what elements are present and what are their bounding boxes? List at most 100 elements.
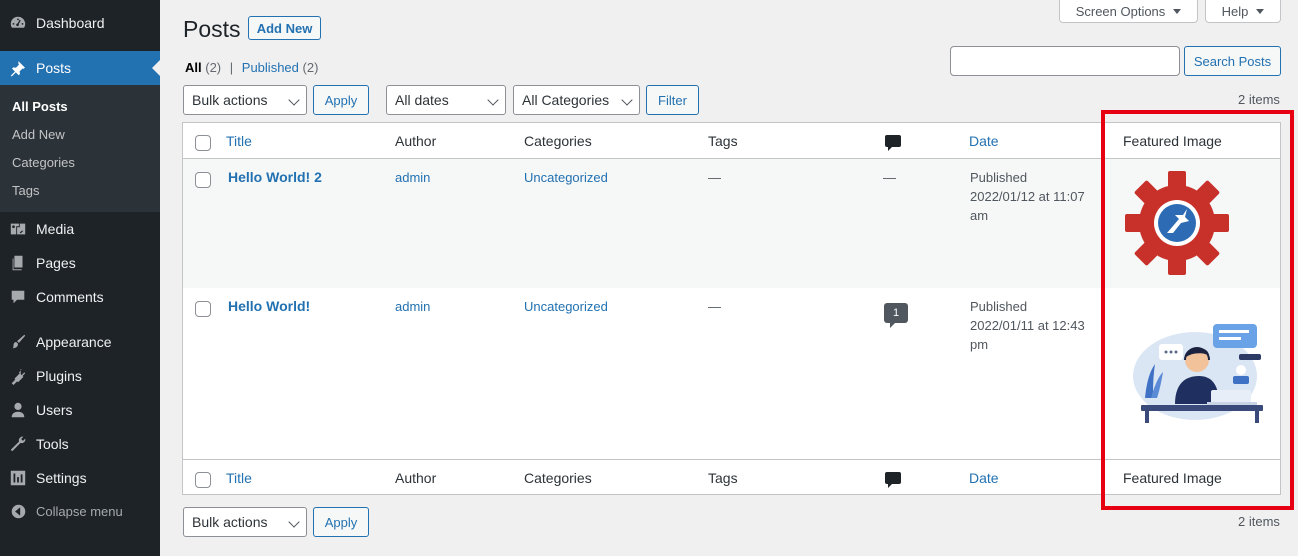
apply-button-bottom[interactable]: Apply (313, 507, 369, 537)
post-category-link[interactable]: Uncategorized (524, 297, 608, 316)
chevron-down-icon (621, 94, 633, 106)
menu-pages[interactable]: Pages (0, 246, 160, 280)
post-status-views: All (2) | Published (2) (185, 60, 318, 75)
column-date-footer[interactable]: Date (969, 470, 999, 486)
bulk-actions-value: Bulk actions (192, 514, 268, 530)
search-posts-button[interactable]: Search Posts (1184, 46, 1281, 76)
column-author-footer: Author (395, 470, 437, 486)
view-all[interactable]: All (185, 60, 202, 75)
column-title[interactable]: Title (226, 133, 252, 149)
submenu-all-posts[interactable]: All Posts (12, 99, 68, 114)
view-published[interactable]: Published (242, 60, 299, 75)
column-date[interactable]: Date (969, 133, 999, 149)
post-comments: — (883, 170, 896, 185)
menu-pages-label: Pages (36, 255, 76, 271)
select-all-checkbox[interactable] (195, 135, 211, 151)
dates-select[interactable]: All dates (386, 85, 506, 115)
menu-posts-label: Posts (36, 60, 72, 76)
gear-logo-icon (1125, 171, 1229, 275)
post-date-line2: pm (970, 337, 989, 352)
menu-plugins[interactable]: Plugins (0, 359, 160, 393)
submenu-categories[interactable]: Categories (12, 155, 75, 170)
post-title-link[interactable]: Hello World! (228, 298, 310, 314)
chevron-down-icon (487, 94, 499, 106)
menu-posts[interactable]: Posts (0, 51, 160, 85)
dates-value: All dates (395, 92, 449, 108)
caret-down-icon (1173, 8, 1182, 14)
post-tags: — (708, 299, 721, 314)
menu-comments-label: Comments (36, 289, 104, 305)
submenu-tags[interactable]: Tags (12, 183, 39, 198)
posts-submenu: All Posts Add New Categories Tags (0, 85, 160, 212)
help-label: Help (1221, 3, 1249, 19)
pages-icon (0, 254, 36, 272)
row-checkbox[interactable] (195, 301, 211, 317)
post-tags: — (708, 170, 721, 185)
search-input[interactable] (950, 46, 1180, 76)
column-featured-image: Featured Image (1123, 133, 1222, 149)
column-featured-image-footer: Featured Image (1123, 470, 1222, 486)
settings-icon (0, 469, 36, 487)
column-author: Author (395, 133, 437, 149)
apply-button-top[interactable]: Apply (313, 85, 369, 115)
menu-settings-label: Settings (36, 470, 87, 486)
support-agent-illustration (1133, 324, 1263, 423)
post-title-link[interactable]: Hello World! 2 (228, 169, 322, 185)
screen-options-tab[interactable]: Screen Options (1059, 0, 1198, 23)
post-author-link[interactable]: admin (395, 168, 430, 187)
caret-down-icon (1256, 8, 1265, 14)
column-title-footer[interactable]: Title (226, 470, 252, 486)
bulk-actions-select-bottom[interactable]: Bulk actions (183, 507, 307, 537)
menu-settings[interactable]: Settings (0, 461, 160, 495)
table-header: Title Author Categories Tags Date Featur… (183, 123, 1280, 159)
posts-table: Title Author Categories Tags Date Featur… (182, 122, 1281, 495)
menu-media[interactable]: Media (0, 212, 160, 246)
post-date-line1: 2022/01/12 at 11:07 (970, 189, 1085, 204)
column-tags: Tags (708, 133, 738, 149)
menu-users-label: Users (36, 402, 73, 418)
menu-comments[interactable]: Comments (0, 280, 160, 314)
screen-options-label: Screen Options (1075, 3, 1166, 19)
items-count-bottom: 2 items (1238, 514, 1280, 529)
pin-icon (0, 59, 36, 77)
chevron-down-icon (288, 516, 300, 528)
submenu-add-new[interactable]: Add New (12, 127, 65, 142)
menu-dashboard-label: Dashboard (36, 15, 105, 31)
comment-count-badge[interactable]: 1 (884, 303, 908, 328)
row-checkbox[interactable] (195, 172, 211, 188)
menu-tools-label: Tools (36, 436, 69, 452)
collapse-menu-label: Collapse menu (36, 503, 123, 519)
post-date-line1: 2022/01/11 at 12:43 (970, 318, 1085, 333)
media-icon (0, 220, 36, 238)
table-footer: Title Author Categories Tags Date Featur… (183, 459, 1280, 495)
collapse-icon (0, 503, 36, 520)
post-category-link[interactable]: Uncategorized (524, 168, 608, 187)
comments-icon (0, 288, 36, 306)
plugin-icon (0, 367, 36, 385)
menu-users[interactable]: Users (0, 393, 160, 427)
select-all-checkbox-footer[interactable] (195, 472, 211, 488)
menu-tools[interactable]: Tools (0, 427, 160, 461)
bulk-actions-select-top[interactable]: Bulk actions (183, 85, 307, 115)
dashboard-icon (0, 14, 36, 32)
page-title: Posts (183, 16, 241, 42)
categories-value: All Categories (522, 92, 610, 108)
collapse-menu[interactable]: Collapse menu (0, 498, 160, 524)
table-row: Hello World! 2 admin Uncategorized — — P… (183, 159, 1280, 288)
menu-appearance[interactable]: Appearance (0, 325, 160, 359)
help-tab[interactable]: Help (1205, 0, 1281, 23)
chevron-down-icon (288, 94, 300, 106)
post-date-status: Published (970, 170, 1028, 185)
items-count-top: 2 items (1238, 92, 1280, 107)
comment-bubble-icon[interactable] (885, 135, 901, 151)
comment-bubble-icon[interactable] (885, 472, 901, 488)
filter-button[interactable]: Filter (646, 85, 699, 115)
post-author-link[interactable]: admin (395, 297, 430, 316)
view-separator: | (229, 60, 234, 75)
column-categories-footer: Categories (524, 470, 592, 486)
view-all-count: (2) (205, 60, 222, 75)
column-categories: Categories (524, 133, 592, 149)
add-new-button[interactable]: Add New (248, 16, 321, 40)
categories-select[interactable]: All Categories (513, 85, 640, 115)
menu-dashboard[interactable]: Dashboard (0, 6, 160, 40)
